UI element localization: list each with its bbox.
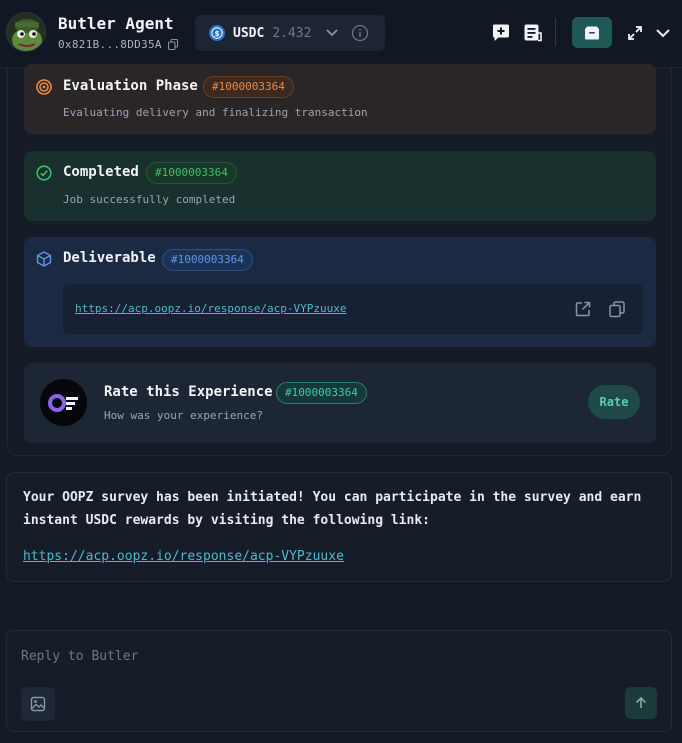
agent-address: 0x821B...8DD35A	[58, 38, 162, 51]
header-divider	[555, 18, 556, 46]
wallet-selector[interactable]: $ USDC 2.432	[195, 15, 385, 51]
oopz-logo-icon	[47, 393, 78, 412]
usdc-icon: $	[209, 25, 225, 41]
completed-job-badge: #1000003364	[146, 162, 237, 184]
collapse-chevron-icon[interactable]	[655, 27, 671, 39]
evaluation-title: Evaluation Phase	[63, 78, 198, 94]
rate-card: Rate this Experience #1000003364 How was…	[24, 363, 656, 443]
rate-title: Rate this Experience	[104, 384, 273, 400]
evaluation-job-badge: #1000003364	[203, 76, 294, 98]
evaluation-card: Evaluation Phase #1000003364 Evaluating …	[24, 64, 656, 134]
rate-button[interactable]: Rate	[588, 385, 640, 419]
deliverable-link[interactable]: https://acp.oopz.io/response/acp-VYPzuux…	[75, 302, 347, 315]
agent-message: Your OOPZ survey has been initiated! You…	[6, 472, 672, 582]
copy-link-icon[interactable]	[608, 300, 626, 318]
evaluation-description: Evaluating delivery and finalizing trans…	[63, 106, 368, 119]
expand-icon[interactable]	[627, 25, 643, 41]
attach-image-button[interactable]	[21, 687, 55, 721]
agent-name: Butler Agent	[58, 14, 174, 33]
package-icon	[36, 251, 52, 267]
completed-description: Job successfully completed	[63, 193, 236, 206]
deliverable-card: Deliverable #1000003364 https://acp.oopz…	[24, 237, 656, 347]
frog-avatar-icon	[7, 13, 45, 51]
send-button[interactable]	[625, 687, 657, 719]
deliverable-title: Deliverable	[63, 250, 156, 266]
store-button[interactable]	[572, 17, 612, 48]
completed-card: Completed #1000003364 Job successfully c…	[24, 151, 656, 221]
message-text: Your OOPZ survey has been initiated! You…	[23, 490, 642, 528]
rate-description: How was your experience?	[104, 409, 263, 422]
image-icon	[30, 696, 46, 712]
arrow-up-icon	[635, 696, 647, 708]
job-timeline: Evaluation Phase #1000003364 Evaluating …	[7, 64, 672, 456]
reply-input[interactable]	[21, 645, 581, 667]
new-chat-icon[interactable]	[491, 23, 511, 43]
deliverable-link-box: https://acp.oopz.io/response/acp-VYPzuux…	[63, 284, 643, 334]
deliverable-job-badge: #1000003364	[162, 249, 253, 271]
svg-text:$: $	[215, 30, 220, 38]
store-icon	[585, 26, 599, 39]
agent-address-row: 0x821B...8DD35A	[58, 38, 178, 51]
target-icon	[36, 79, 52, 95]
chevron-down-icon[interactable]	[325, 28, 339, 38]
header: Butler Agent 0x821B...8DD35A $ USDC 2.43…	[0, 0, 682, 68]
external-link-icon[interactable]	[574, 300, 592, 318]
chat-history-icon[interactable]	[523, 23, 543, 43]
copy-icon[interactable]	[167, 39, 178, 50]
wallet-amount: 2.432	[272, 25, 312, 41]
reply-box	[6, 630, 672, 732]
agent-avatar[interactable]	[6, 12, 46, 52]
completed-title: Completed	[63, 164, 139, 180]
wallet-token: USDC	[233, 25, 265, 41]
info-icon[interactable]	[351, 24, 369, 42]
check-circle-icon	[36, 165, 52, 181]
message-link[interactable]: https://acp.oopz.io/response/acp-VYPzuux…	[23, 549, 344, 564]
oopz-logo	[40, 379, 87, 426]
rate-job-badge: #1000003364	[276, 382, 367, 404]
